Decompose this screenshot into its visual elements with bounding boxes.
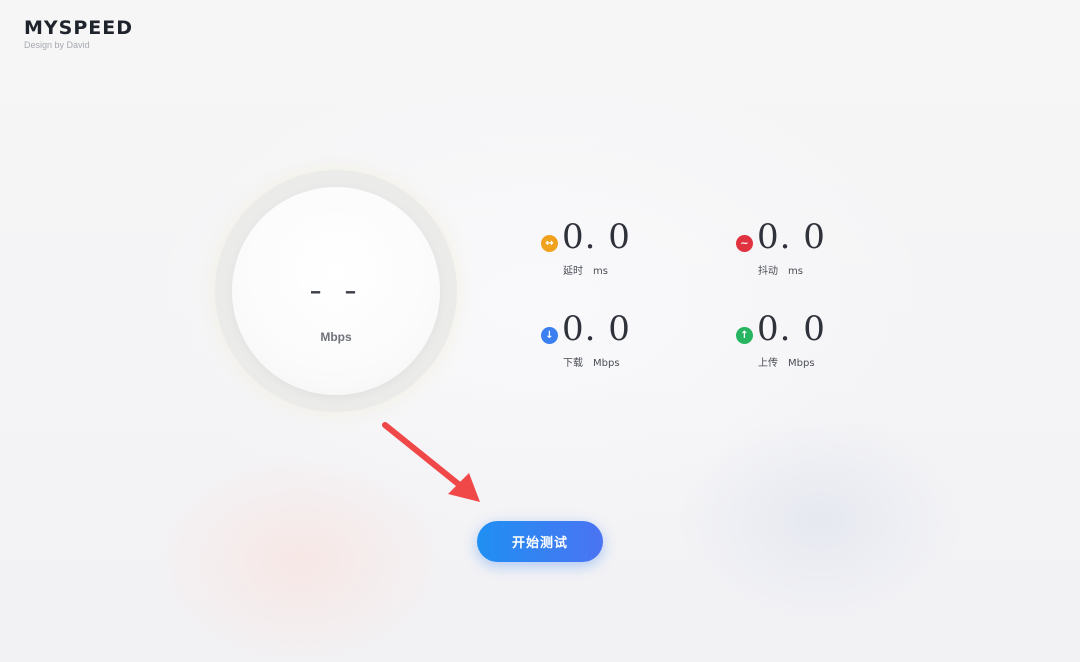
start-test-button[interactable]: 开始测试 (477, 521, 603, 562)
latency-unit: ms (593, 266, 608, 277)
metric-latency: ↔ 0. 0 延时 ms (541, 219, 691, 279)
red-arrow-annotation (382, 422, 480, 502)
download-value: 0. 0 (562, 309, 631, 349)
latency-value: 0. 0 (562, 217, 631, 257)
jitter-label-text: 抖动 (758, 266, 778, 277)
jitter-icon: ~ (736, 235, 753, 252)
page-background (0, 0, 1080, 662)
latency-label: 延时 ms (563, 262, 608, 277)
download-label-text: 下载 (563, 358, 583, 369)
upload-label-text: 上传 (758, 358, 778, 369)
speed-gauge-unit: Mbps (320, 330, 352, 344)
metric-jitter: ~ 0. 0 抖动 ms (736, 219, 886, 279)
speed-gauge-value: - - (309, 282, 363, 302)
jitter-value: 0. 0 (757, 217, 826, 257)
brand-subtitle: Design by David (24, 40, 90, 50)
jitter-label: 抖动 ms (758, 262, 803, 277)
upload-unit: Mbps (788, 358, 815, 369)
download-icon: ↓ (541, 327, 558, 344)
metric-upload: ↑ 0. 0 上传 Mbps (736, 311, 886, 371)
metric-download: ↓ 0. 0 下载 Mbps (541, 311, 691, 371)
upload-icon: ↑ (736, 327, 753, 344)
download-unit: Mbps (593, 358, 620, 369)
latency-label-text: 延时 (563, 266, 583, 277)
download-label: 下载 Mbps (563, 354, 620, 369)
upload-value: 0. 0 (757, 309, 826, 349)
upload-label: 上传 Mbps (758, 354, 815, 369)
jitter-unit: ms (788, 266, 803, 277)
brand: MYSPEED Design by David (24, 17, 133, 50)
brand-title: MYSPEED (24, 17, 134, 39)
speed-gauge-face: - - Mbps (232, 187, 440, 395)
speed-gauge: - - Mbps (215, 170, 457, 412)
latency-icon: ↔ (541, 235, 558, 252)
